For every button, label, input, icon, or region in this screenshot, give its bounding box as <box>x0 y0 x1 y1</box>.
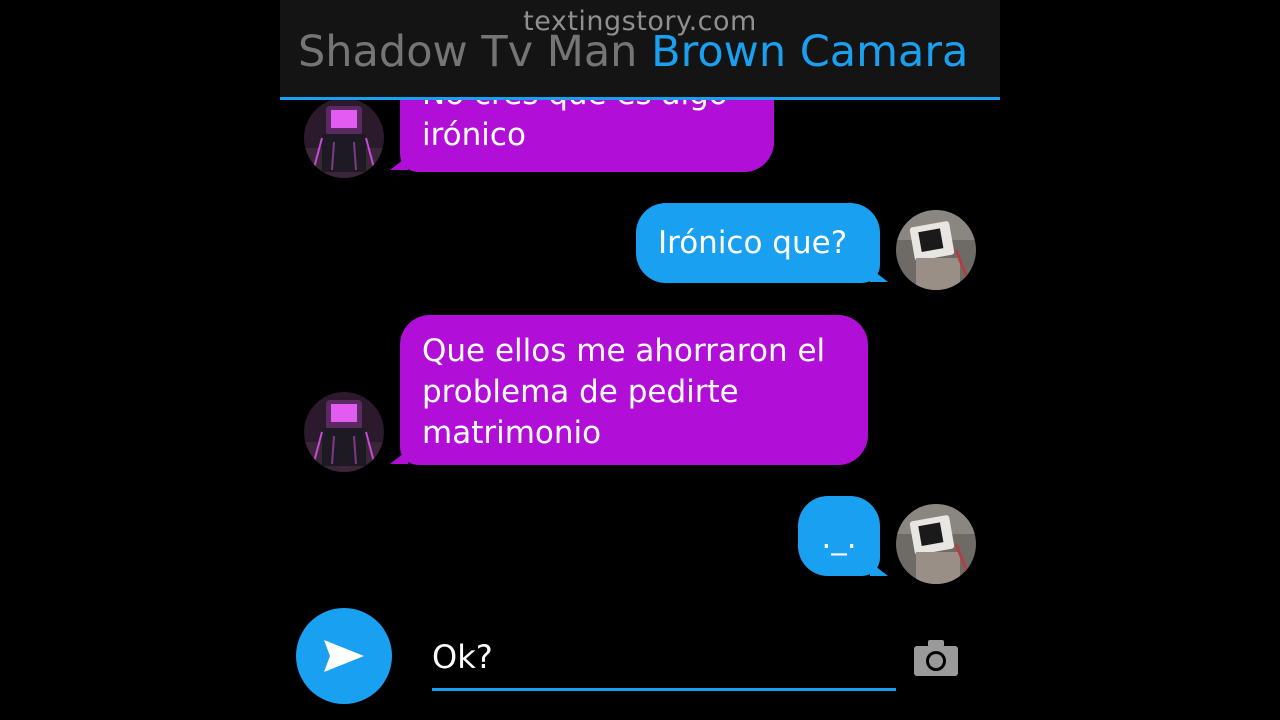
bubble-tail <box>870 562 888 576</box>
message-text: irónico <box>422 117 526 153</box>
message-input[interactable]: Ok? <box>432 632 896 691</box>
shadow-tv-man-avatar <box>304 98 384 178</box>
camera-button[interactable] <box>912 638 960 678</box>
bubble-tail <box>870 268 888 282</box>
right-contact-name: Brown Camara <box>651 27 969 77</box>
left-contact-name: Shadow Tv Man <box>298 27 638 77</box>
send-button[interactable] <box>296 608 392 704</box>
message-bubble-right: ._. <box>798 496 880 576</box>
message-text: problema de pedirte <box>422 374 739 410</box>
message-bubble-right: Irónico que? <box>636 203 880 283</box>
message-text: matrimonio <box>422 415 602 451</box>
chat-screen: No crés que es algo irónico Irónico que? <box>280 0 1000 720</box>
message-text: Irónico que? <box>658 225 848 261</box>
brown-camara-avatar <box>896 210 976 290</box>
header-title: Shadow Tv Man Brown Camara <box>298 27 968 77</box>
message-text: Que ellos me ahorraron el <box>422 333 826 369</box>
message-bubble-left: Que ellos me ahorraron el problema de pe… <box>400 315 868 465</box>
message-input-value: Ok? <box>432 638 493 676</box>
camera-icon <box>914 640 958 676</box>
chat-header: textingstory.com Shadow Tv Man Brown Cam… <box>280 0 1000 100</box>
shadow-tv-man-avatar <box>304 392 384 472</box>
brown-camara-avatar <box>896 504 976 584</box>
send-icon <box>324 640 364 672</box>
message-text: ._. <box>821 520 857 556</box>
